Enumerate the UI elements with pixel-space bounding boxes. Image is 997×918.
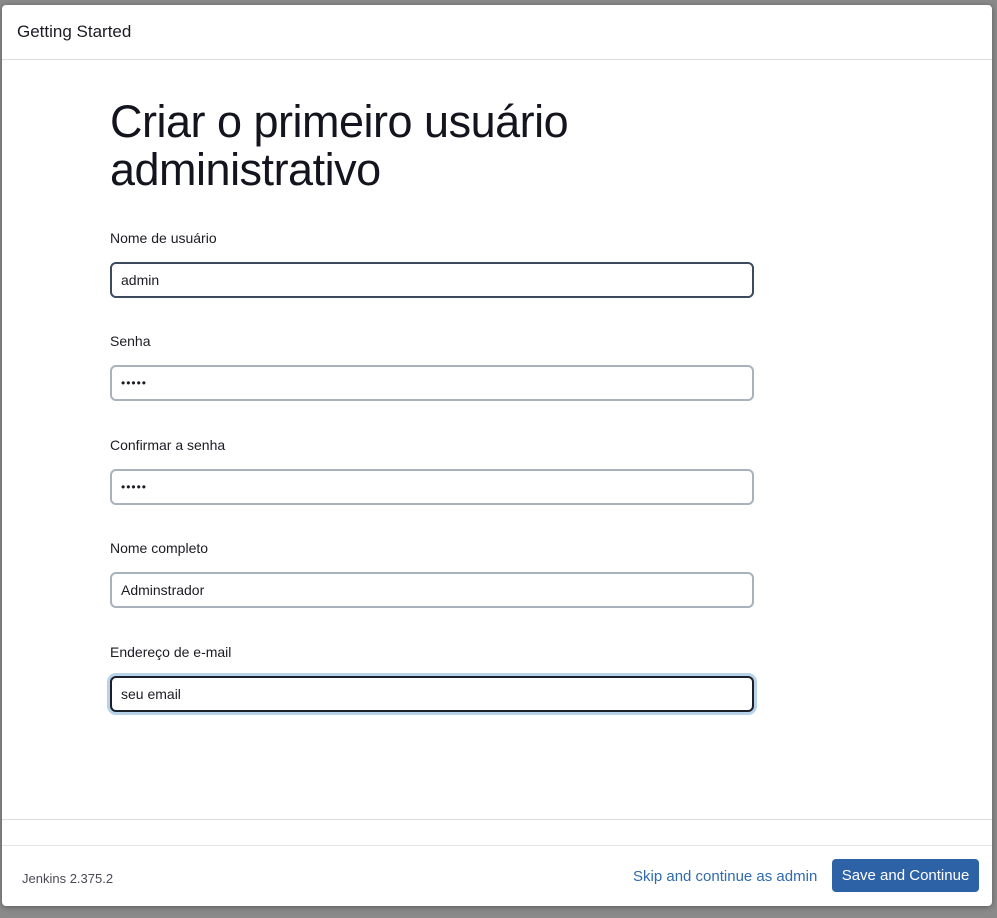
username-input[interactable] [110,262,754,298]
dialog-header: Getting Started [2,5,992,60]
full-name-input[interactable] [110,572,754,608]
confirm-password-label: Confirmar a senha [110,437,226,453]
setup-wizard-dialog: Getting Started Criar o primeiro usuário… [2,5,992,906]
email-input[interactable] [110,676,754,712]
dialog-title: Getting Started [17,22,132,41]
page-heading: Criar o primeiro usuário administrativo [110,96,569,195]
username-label: Nome de usuário [110,230,217,246]
email-label: Endereço de e-mail [110,644,232,660]
password-label: Senha [110,333,151,349]
full-name-label: Nome completo [110,540,209,556]
dialog-footer: Jenkins 2.375.2 Skip and continue as adm… [2,845,992,906]
version-label: Jenkins 2.375.2 [22,871,114,886]
dialog-body: Criar o primeiro usuário administrativo … [2,60,992,820]
save-and-continue-button[interactable]: Save and Continue [832,859,979,892]
skip-and-continue-link[interactable]: Skip and continue as admin [633,868,817,885]
confirm-password-input[interactable]: ••••• [110,469,754,505]
password-input[interactable]: ••••• [110,365,754,401]
